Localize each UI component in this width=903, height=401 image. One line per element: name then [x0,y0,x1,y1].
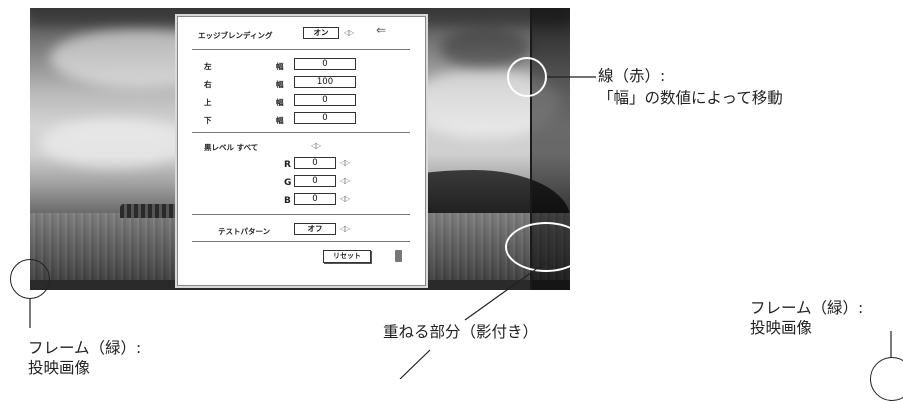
frame-right-label: フレーム（緑）: [750,299,864,317]
frame-left-label: フレーム（緑）: [28,339,142,357]
red-line-description: 「幅」の数値によって移動 [598,89,783,107]
frame-right-sublabel: 投映画像 [750,319,813,337]
frame-left-sublabel: 投映画像 [28,359,91,377]
overlap-label: 重ねる部分（影付き） [383,323,539,341]
red-line-title: 線（赤）: [598,67,666,85]
